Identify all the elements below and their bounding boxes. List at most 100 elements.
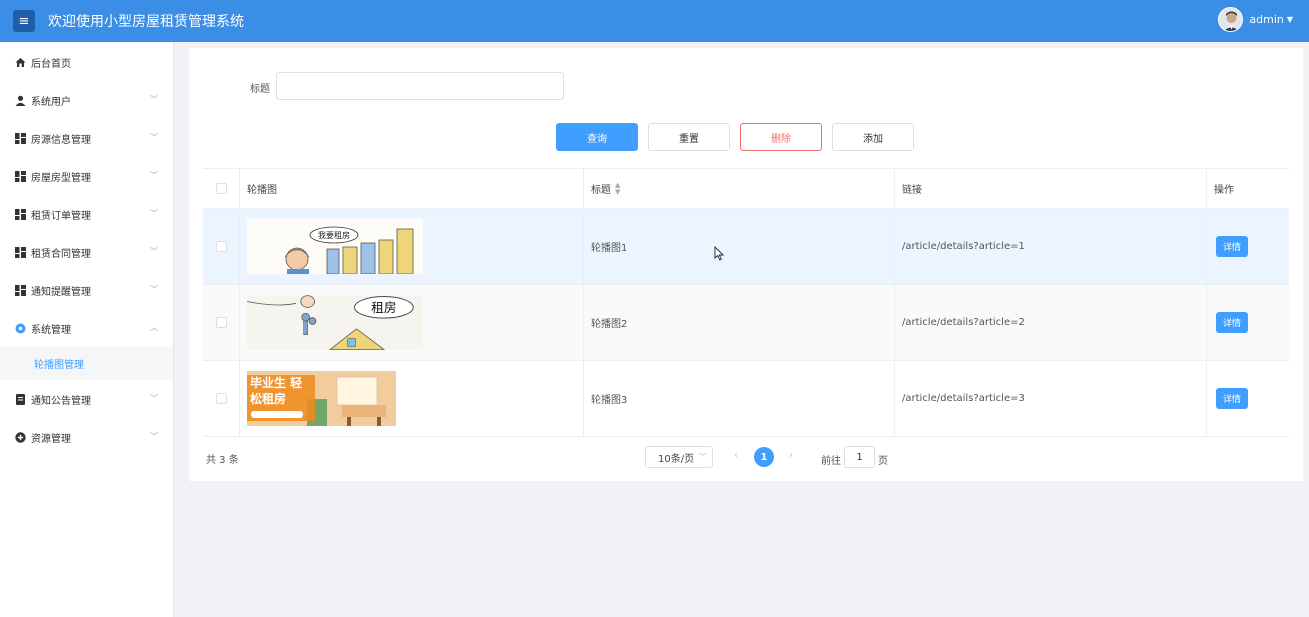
sidebar-item-room-types[interactable]: 房屋房型管理 ﹀ (0, 157, 173, 195)
row-check-cell (203, 285, 240, 360)
chevron-down-icon: ﹀ (150, 285, 158, 294)
title-cell: 轮播图2 (584, 285, 895, 360)
table-row[interactable]: 毕业生 轻松租房 轮播图3 /article/details?article=3… (203, 361, 1289, 437)
query-button[interactable]: 查询 (556, 123, 638, 151)
operation-cell: 详情 (1207, 285, 1289, 360)
sidebar-item-label: 资源管理 (31, 433, 71, 445)
app-title: 欢迎使用小型房屋租赁管理系统 (48, 14, 244, 30)
chevron-down-icon: ﹀ (150, 432, 158, 441)
thumbnail-text: 毕业生 轻松租房 (250, 376, 303, 406)
document-icon (15, 393, 26, 405)
reset-button[interactable]: 重置 (648, 123, 730, 151)
row-checkbox[interactable] (215, 317, 227, 328)
table-row[interactable]: 租房 轮播图2 /article/details?article=2 详情 (203, 285, 1289, 361)
title-cell: 轮播图3 (584, 361, 895, 436)
sort-icon[interactable]: ▲ ▼ (615, 182, 620, 196)
title-filter-input[interactable] (276, 72, 564, 100)
sidebar-item-label: 房屋房型管理 (31, 172, 91, 184)
total-count: 共 3 条 (206, 455, 239, 466)
sidebar-item-label: 通知公告管理 (31, 395, 91, 407)
chevron-down-icon: ﹀ (150, 247, 158, 256)
sidebar-item-resources[interactable]: 资源管理 ﹀ (0, 418, 173, 456)
operation-cell: 详情 (1207, 209, 1289, 284)
hamburger-icon: ≡ (18, 13, 30, 29)
image-cell: 毕业生 轻松租房 (240, 361, 584, 436)
sidebar-item-label: 系统管理 (31, 324, 71, 336)
select-all-cell (203, 169, 240, 208)
chevron-up-icon: ︿ (150, 323, 158, 332)
sidebar-item-label: 系统用户 (31, 96, 71, 108)
sidebar-item-reminders[interactable]: 通知提醒管理 ﹀ (0, 271, 173, 309)
image-cell: 我要租房 (240, 209, 584, 284)
chevron-down-icon: ﹀ (150, 394, 158, 403)
chevron-down-icon: ﹀ (150, 209, 158, 218)
page-number-current[interactable]: 1 (754, 447, 774, 467)
column-header-link: 链接 (895, 169, 1207, 208)
sidebar-item-label: 租赁订单管理 (31, 210, 91, 222)
thumbnail-text: 租房 (371, 300, 396, 315)
home-icon (15, 57, 26, 68)
title-cell: 轮播图1 (584, 209, 895, 284)
detail-button[interactable]: 详情 (1216, 312, 1248, 333)
grid-icon (15, 246, 26, 258)
sidebar-item-home[interactable]: 后台首页 (0, 43, 173, 81)
chevron-down-icon: ﹀ (150, 95, 158, 104)
table-row[interactable]: 我要租房 轮播图1 /article/details?article=1 详情 (203, 209, 1289, 285)
column-header-operation: 操作 (1214, 185, 1234, 196)
avatar[interactable] (1218, 7, 1244, 32)
sidebar-item-listings[interactable]: 房源信息管理 ﹀ (0, 119, 173, 157)
sidebar-subitem-carousel[interactable]: 轮播图管理 (0, 347, 173, 380)
title-filter-label: 标题 (250, 84, 270, 95)
page-size-select[interactable]: 10条/页 ﹀ (645, 446, 713, 468)
sidebar-item-label: 通知提醒管理 (31, 286, 91, 298)
sidebar-item-label: 租赁合同管理 (31, 248, 91, 260)
sidebar-item-system-management[interactable]: 系统管理 ︿ (0, 309, 173, 347)
user-icon (15, 95, 26, 106)
carousel-thumbnail: 租房 (247, 295, 423, 350)
carousel-table: 轮播图 标题 ▲ ▼ 链接 操作 我要租房 轮播图1 /article/deta… (203, 168, 1289, 437)
column-header-title-label: 标题 (591, 185, 611, 196)
grid-icon (15, 170, 26, 182)
image-cell: 租房 (240, 285, 584, 360)
top-header: ≡ 欢迎使用小型房屋租赁管理系统 admin ▼ (0, 0, 1309, 42)
user-menu[interactable]: admin ▼ (1218, 7, 1293, 32)
grid-icon (15, 132, 26, 144)
row-checkbox[interactable] (215, 393, 227, 404)
sidebar-item-system-users[interactable]: 系统用户 ﹀ (0, 81, 173, 119)
main-panel: 标题 查询 重置 删除 添加 轮播图 标题 ▲ ▼ 链接 操作 我要租房 轮播图… (189, 48, 1303, 481)
carousel-thumbnail: 毕业生 轻松租房 (247, 371, 396, 426)
chevron-down-icon: ﹀ (150, 171, 158, 180)
select-all-checkbox[interactable] (215, 183, 227, 194)
detail-button[interactable]: 详情 (1216, 388, 1248, 409)
grid-icon (15, 208, 26, 220)
goto-page-input[interactable]: 1 (844, 446, 875, 468)
prev-page-icon[interactable]: ‹ (734, 450, 738, 461)
link-cell: /article/details?article=3 (895, 361, 1207, 436)
detail-button[interactable]: 详情 (1216, 236, 1248, 257)
column-header-title[interactable]: 标题 ▲ ▼ (584, 169, 895, 208)
plus-circle-icon (15, 431, 26, 443)
link-cell: /article/details?article=1 (895, 209, 1207, 284)
gear-icon (15, 323, 26, 334)
page-unit-label: 页 (878, 456, 888, 467)
table-header-row: 轮播图 标题 ▲ ▼ 链接 操作 (203, 169, 1289, 209)
add-button[interactable]: 添加 (832, 123, 914, 151)
chevron-down-icon[interactable]: ▼ (1287, 15, 1293, 24)
sidebar-item-orders[interactable]: 租赁订单管理 ﹀ (0, 195, 173, 233)
row-check-cell (203, 361, 240, 436)
next-page-icon[interactable]: › (789, 450, 793, 461)
page-size-value: 10条/页 (658, 453, 695, 465)
sidebar-item-announcements[interactable]: 通知公告管理 ﹀ (0, 380, 173, 418)
sidebar-item-contracts[interactable]: 租赁合同管理 ﹀ (0, 233, 173, 271)
grid-icon (15, 284, 26, 296)
delete-button[interactable]: 删除 (740, 123, 822, 151)
column-header-image: 轮播图 (240, 169, 584, 208)
username[interactable]: admin (1249, 13, 1283, 26)
sidebar-item-label: 房源信息管理 (31, 134, 91, 146)
chevron-down-icon: ﹀ (150, 133, 158, 142)
row-checkbox[interactable] (215, 241, 227, 252)
sidebar: 后台首页 系统用户 ﹀ 房源信息管理 ﹀ 房屋房型管理 ﹀ 租赁订单管理 ﹀ 租… (0, 42, 174, 617)
chevron-down-icon: ﹀ (699, 453, 706, 461)
link-cell: /article/details?article=2 (895, 285, 1207, 360)
menu-toggle-button[interactable]: ≡ (13, 10, 35, 32)
